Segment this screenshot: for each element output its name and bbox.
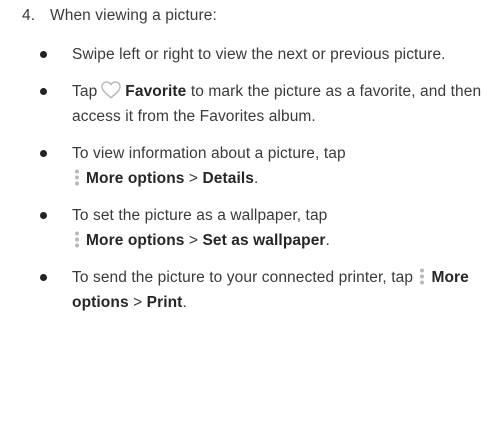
set-as-wallpaper-label: Set as wallpaper — [202, 232, 326, 249]
bullet-dot — [40, 51, 47, 58]
bullet-item-details: To view information about a picture, tap… — [40, 141, 496, 191]
favorite-label: Favorite — [125, 83, 187, 100]
bullet-dot — [40, 150, 47, 157]
bullet-item-print: To send the picture to your connected pr… — [40, 265, 496, 315]
bullet-text-pre: To set the picture as a wallpaper, tap — [72, 207, 328, 224]
print-label: Print — [146, 294, 183, 311]
step-heading: 4. When viewing a picture: — [22, 4, 217, 28]
document-page: 4. When viewing a picture: Swipe left or … — [0, 0, 504, 422]
bullet-item-swipe: Swipe left or right to view the next or … — [40, 42, 496, 67]
bullet-dot — [40, 88, 47, 95]
details-label: Details — [202, 170, 254, 187]
heart-outline-icon — [101, 81, 122, 99]
bullet-text: Swipe left or right to view the next or … — [72, 46, 446, 63]
more-options-icon — [420, 268, 425, 285]
more-options-icon — [75, 169, 79, 186]
menu-separator: > — [184, 232, 203, 249]
bullet-item-wallpaper: To set the picture as a wallpaper, tap M… — [40, 203, 496, 253]
bullet-text-pre: Tap — [72, 83, 98, 100]
period: . — [254, 170, 259, 187]
bullet-dot — [40, 274, 47, 281]
bullet-text-pre: To view information about a picture, tap — [72, 145, 346, 162]
menu-separator: > — [184, 170, 203, 187]
period: . — [325, 232, 330, 249]
more-options-label: More options — [86, 232, 185, 249]
step-text: When viewing a picture: — [50, 7, 217, 24]
menu-separator: > — [128, 294, 147, 311]
bullet-list: Swipe left or right to view the next or … — [40, 42, 496, 327]
bullet-dot — [40, 212, 47, 219]
period: . — [182, 294, 187, 311]
bullet-text-pre: To send the picture to your connected pr… — [72, 269, 418, 286]
more-options-label: More options — [86, 170, 185, 187]
more-options-icon — [75, 231, 79, 248]
step-number: 4. — [22, 7, 36, 24]
bullet-item-favorite: Tap Favorite to mark the picture as a fav… — [40, 79, 496, 129]
